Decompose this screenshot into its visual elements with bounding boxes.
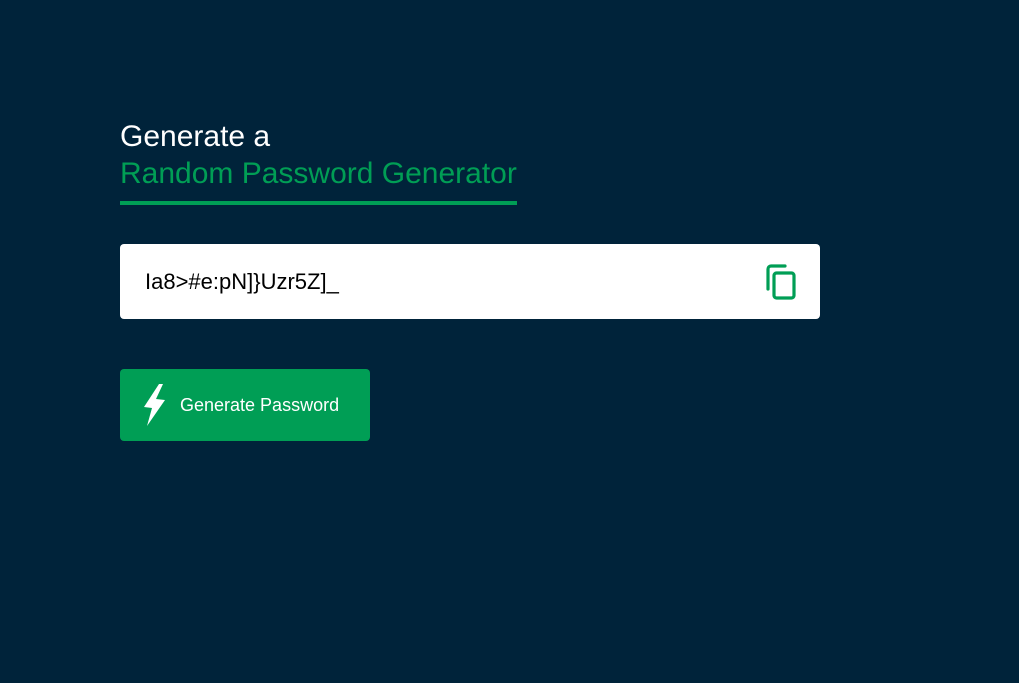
generate-password-button[interactable]: Generate Password [120,369,370,441]
heading-line1: Generate a [120,120,271,153]
copy-icon [766,263,796,300]
generate-button-label: Generate Password [180,394,340,415]
password-field[interactable] [145,268,762,295]
generator-panel: Generate a Random Password Generator Gen… [120,118,820,441]
password-display [120,244,820,319]
page-title: Random Password Generator [120,156,517,205]
lightning-bolt-icon [140,383,168,427]
copy-button[interactable] [762,262,800,302]
